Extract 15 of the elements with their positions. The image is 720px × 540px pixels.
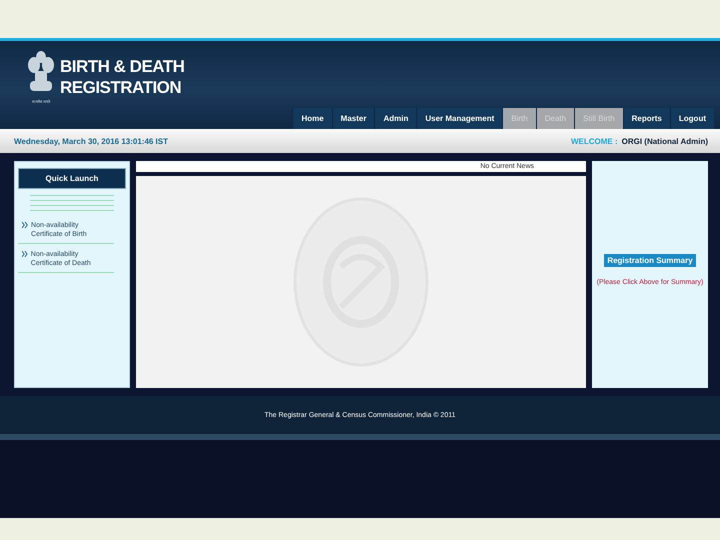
- nav-link[interactable]: User Management: [416, 108, 502, 129]
- nav-link[interactable]: Logout: [670, 108, 714, 129]
- nav-link[interactable]: Home: [292, 108, 332, 129]
- nav-link[interactable]: Admin: [374, 108, 416, 129]
- chevron-icon: [22, 221, 28, 229]
- panel-title: Quick Launch: [18, 168, 126, 189]
- site-title: REGISTRATION: [60, 76, 182, 98]
- nav-link[interactable]: Master: [332, 108, 374, 129]
- welcome-label: WELCOME :: [570, 136, 618, 146]
- nav-link[interactable]: Reports: [622, 108, 670, 129]
- user-name: ORGI (National Admin): [622, 136, 708, 146]
- registration-summary-button[interactable]: Registration Summary: [604, 254, 696, 267]
- date-time: Wednesday, March 30, 2016 13:01:46 IST: [14, 136, 170, 146]
- chevron-icon: [22, 250, 28, 258]
- site-title: BIRTH & DEATH: [60, 56, 184, 76]
